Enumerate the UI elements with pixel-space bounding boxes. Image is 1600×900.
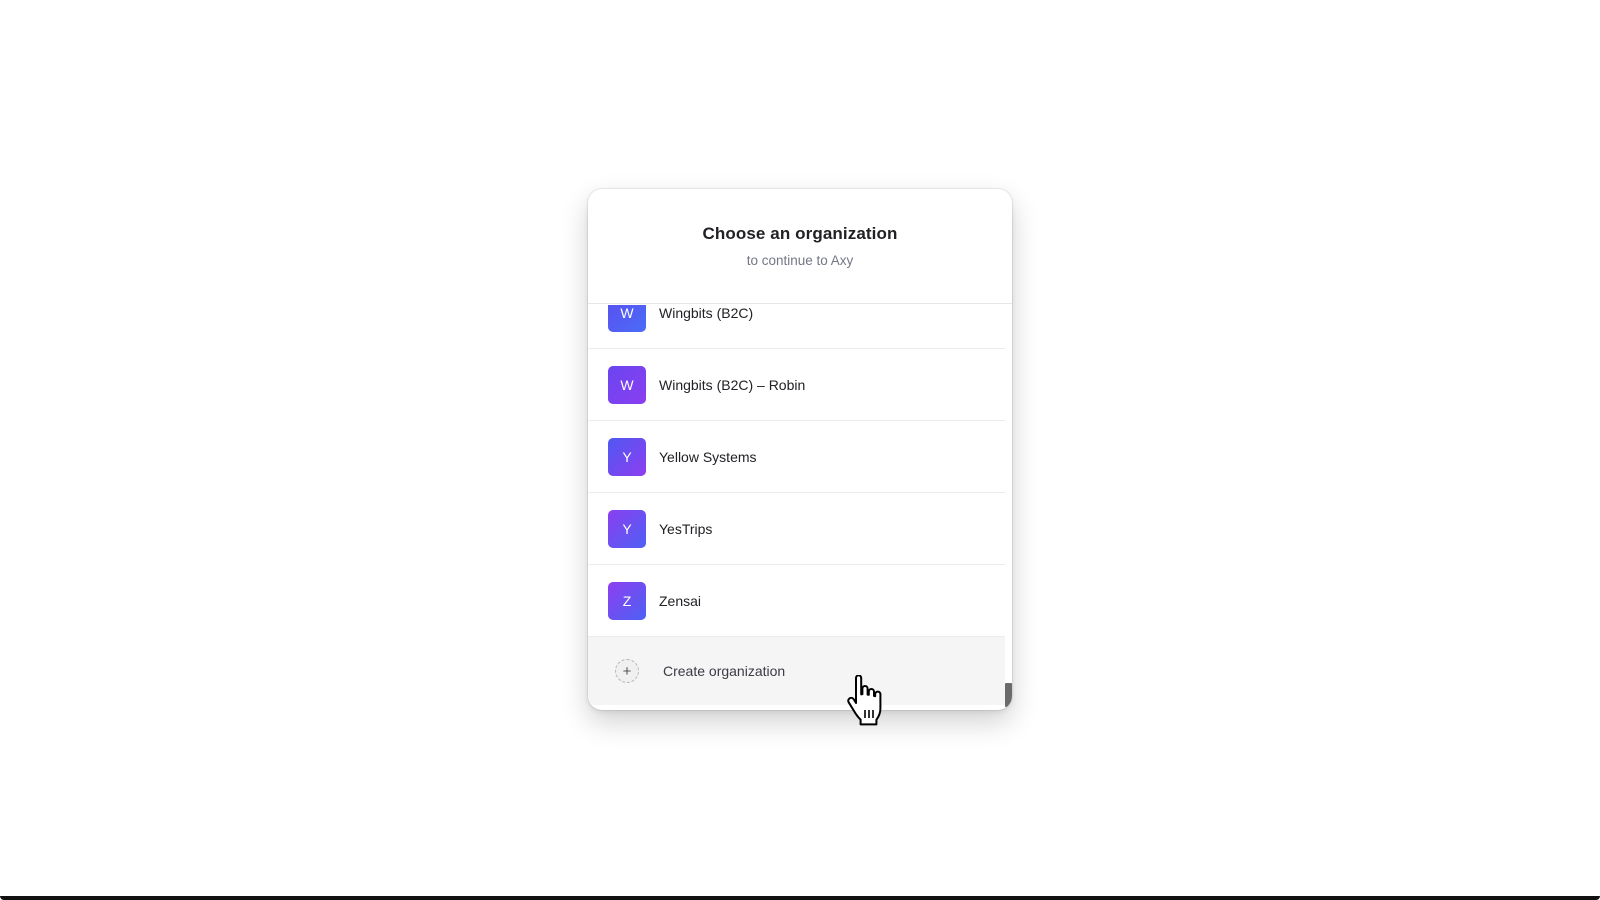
screen-bottom-edge: [0, 896, 1600, 900]
organization-item-wingbits-b2c-robin[interactable]: W Wingbits (B2C) – Robin: [588, 349, 1005, 421]
card-header: Choose an organization to continue to Ax…: [588, 189, 1012, 304]
organization-name: Yellow Systems: [659, 448, 757, 465]
page-subtitle: to continue to Axy: [746, 253, 854, 268]
organization-name: YesTrips: [659, 520, 713, 537]
organization-name: Zensai: [659, 592, 702, 609]
organization-picker-card: Choose an organization to continue to Ax…: [588, 189, 1012, 710]
organization-avatar: W: [608, 305, 646, 332]
organization-name: Wingbits (B2C) – Robin: [659, 376, 806, 393]
scrollbar-thumb[interactable]: [1005, 683, 1012, 707]
organization-item-yellow-systems[interactable]: Y Yellow Systems: [588, 421, 1005, 493]
list-scrollbar[interactable]: [1005, 305, 1012, 710]
organization-avatar: Z: [608, 581, 646, 620]
organization-list-viewport[interactable]: W Wingbits (B2C) W Wingbits (B2C) – Robi…: [588, 305, 1005, 710]
create-organization-button[interactable]: + Create organization: [588, 637, 1005, 705]
organization-name: Wingbits (B2C): [659, 305, 754, 321]
organization-avatar: Y: [608, 509, 646, 548]
plus-icon: +: [615, 659, 639, 683]
page-title: Choose an organization: [702, 224, 898, 243]
organization-item-yestrips[interactable]: Y YesTrips: [588, 493, 1005, 565]
create-organization-label: Create organization: [663, 663, 786, 679]
organization-avatar: W: [608, 365, 646, 404]
organization-list: W Wingbits (B2C) W Wingbits (B2C) – Robi…: [588, 305, 1005, 705]
screen: Choose an organization to continue to Ax…: [0, 0, 1600, 900]
organization-avatar: Y: [608, 437, 646, 476]
organization-item-zensai[interactable]: Z Zensai: [588, 565, 1005, 637]
organization-item-wingbits-b2c[interactable]: W Wingbits (B2C): [588, 305, 1005, 349]
